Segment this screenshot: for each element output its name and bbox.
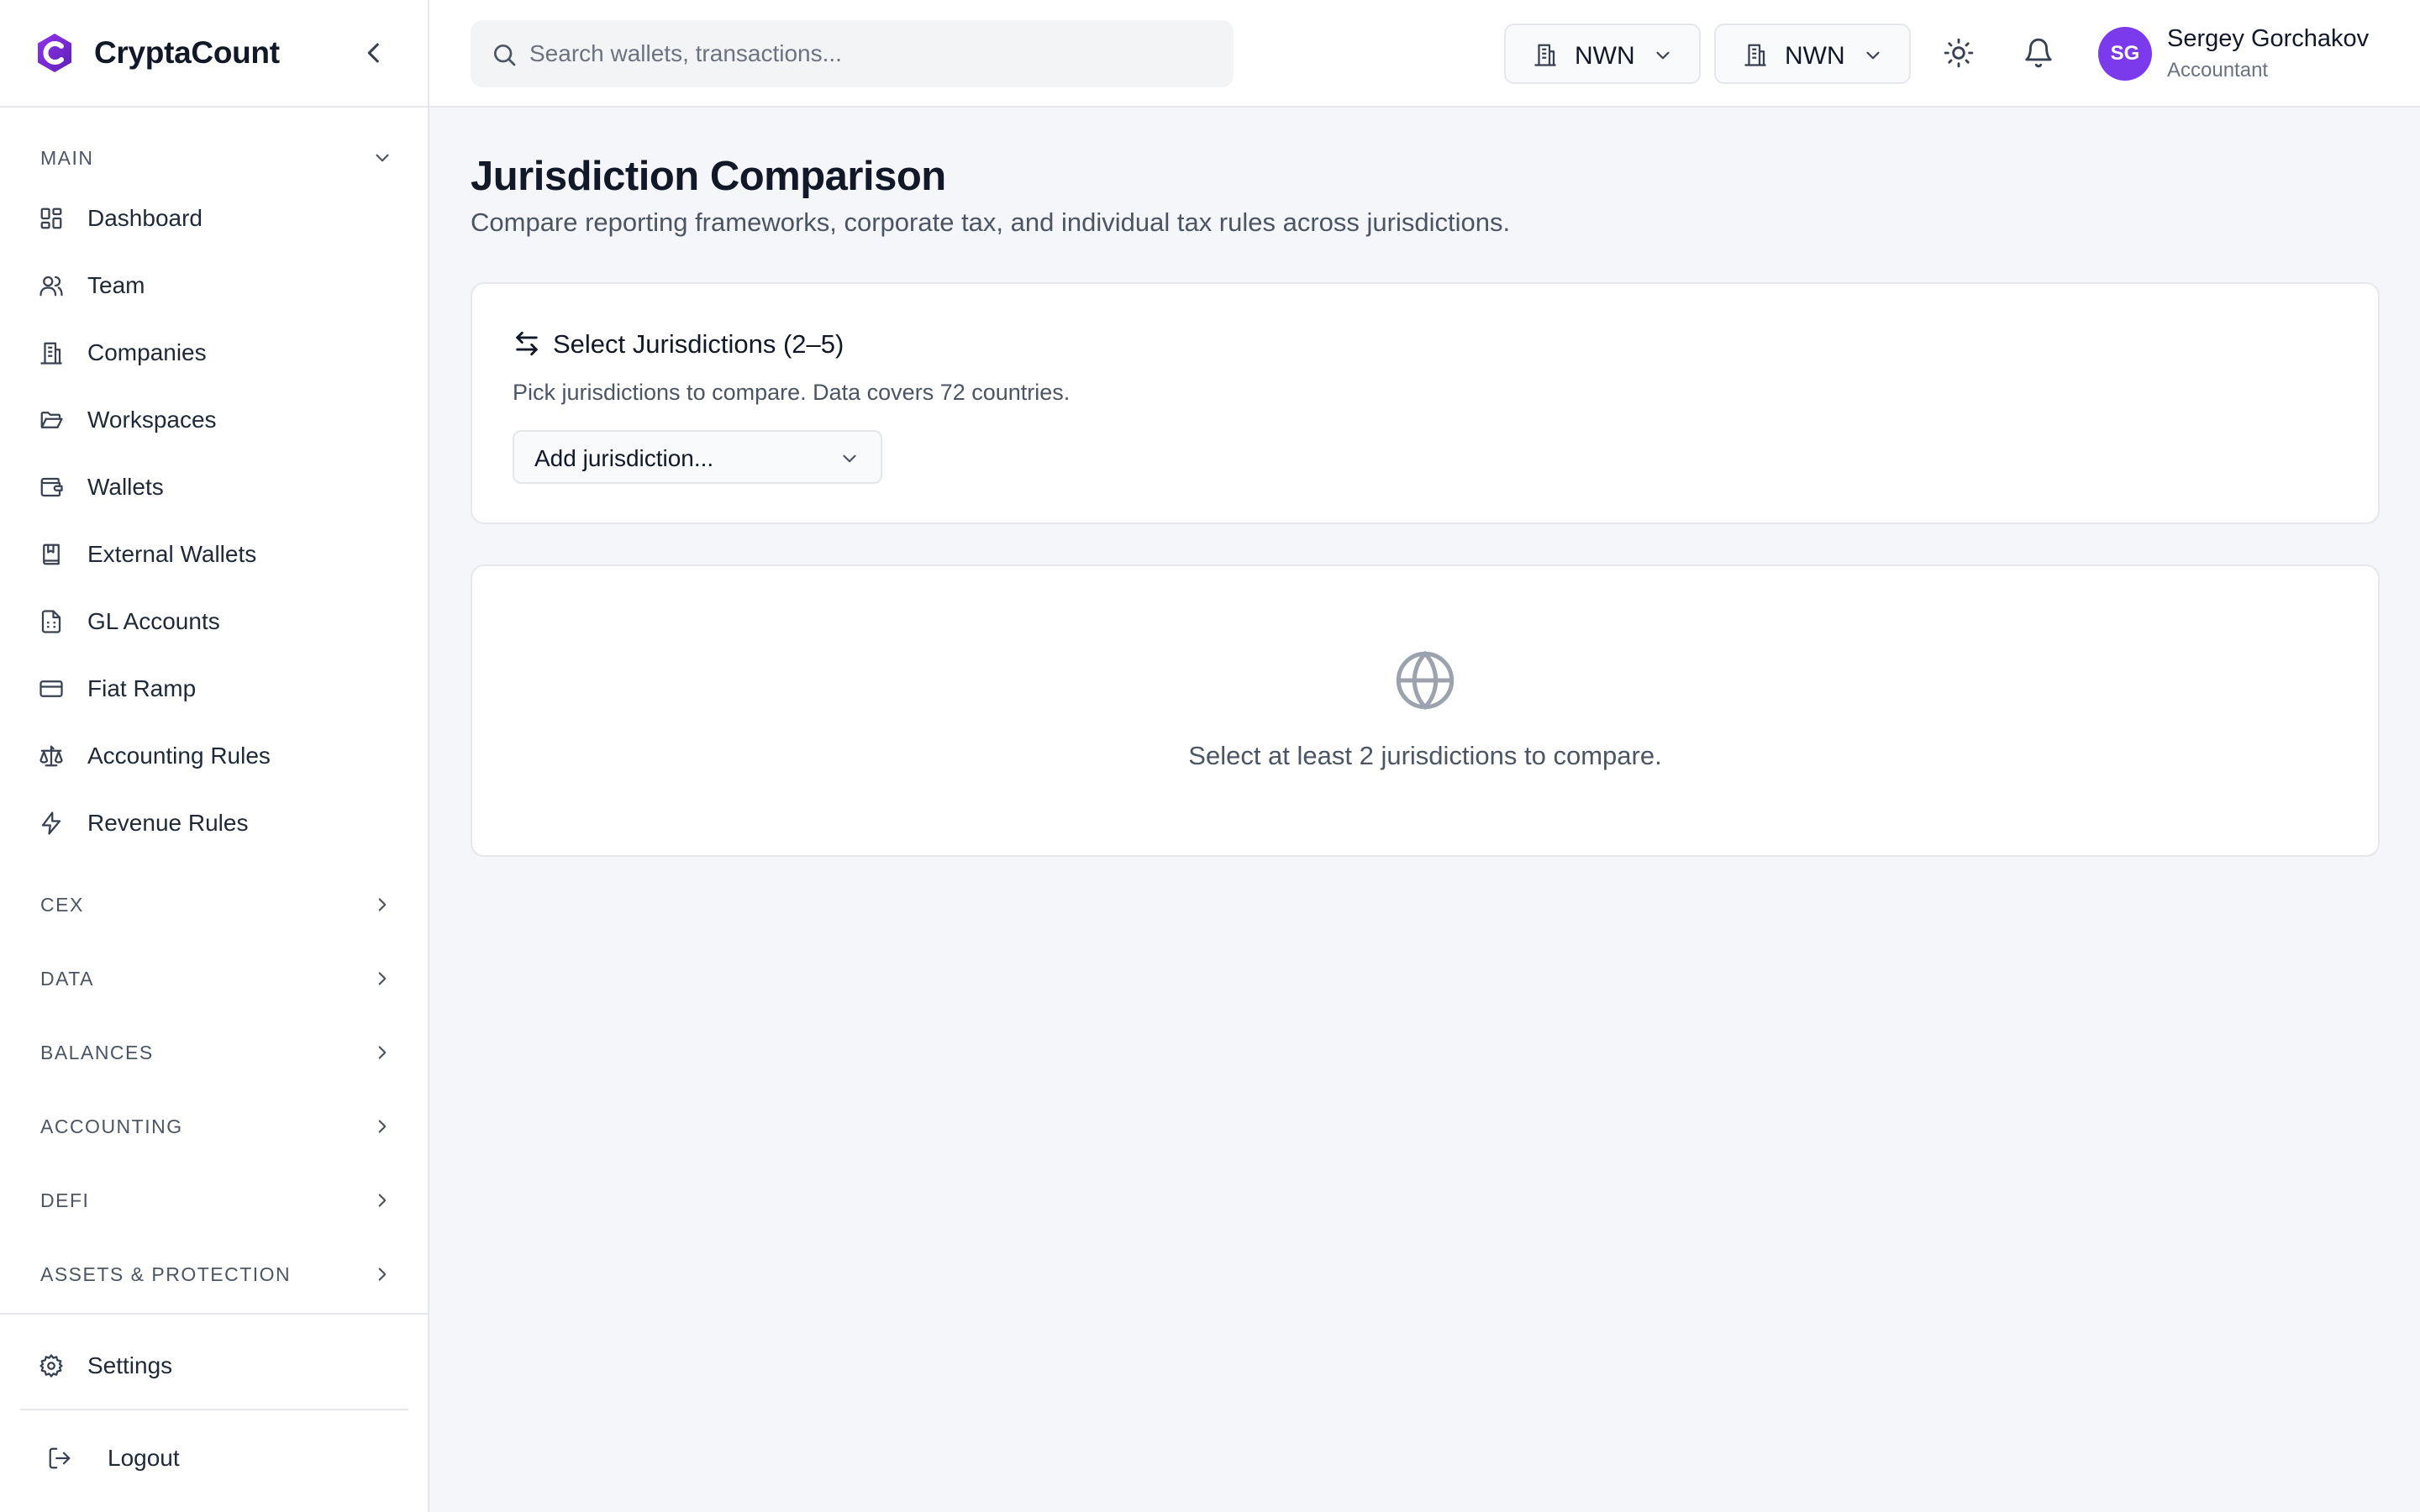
theme-toggle-button[interactable]	[1943, 37, 1975, 69]
notifications-button[interactable]	[2023, 37, 2054, 69]
chevron-down-icon	[1656, 51, 1670, 60]
sun-icon	[1944, 38, 1974, 68]
building-icon	[1744, 44, 1766, 66]
section-defi-toggle[interactable]: DEFI	[40, 1184, 393, 1217]
card-title: Select Jurisdictions (2–5)	[553, 329, 844, 359]
lightning-icon	[39, 811, 64, 836]
logout-button[interactable]: Logout	[30, 1433, 400, 1483]
section-defi-label: DEFI	[40, 1189, 90, 1211]
section-main-toggle[interactable]: MAIN	[40, 141, 393, 175]
logout-label: Logout	[108, 1445, 180, 1471]
building-icon	[1534, 44, 1556, 66]
chevron-down-icon	[376, 154, 389, 162]
sidebar-item-companies[interactable]: Companies	[30, 328, 400, 378]
user-name[interactable]: Sergey Gorchakov	[2167, 25, 2369, 53]
sidebar-item-label: External Wallets	[87, 541, 257, 567]
section-accounting-label: ACCOUNTING	[40, 1115, 183, 1137]
sidebar: CryptaCount MAIN Dashboard Team Companie…	[0, 0, 429, 1512]
app-root: CryptaCount MAIN Dashboard Team Companie…	[0, 0, 2420, 1512]
sidebar-item-label: Companies	[87, 339, 207, 365]
sidebar-item-workspaces[interactable]: Workspaces	[30, 395, 400, 445]
comparison-empty-state: Select at least 2 jurisdictions to compa…	[471, 564, 2380, 857]
spreadsheet-icon	[39, 609, 64, 634]
chevron-right-icon	[378, 1120, 387, 1133]
section-accounting-toggle[interactable]: ACCOUNTING	[40, 1110, 393, 1143]
brand-name: CryptaCount	[94, 35, 280, 70]
sidebar-item-wallets[interactable]: Wallets	[30, 462, 400, 512]
bell-icon	[2025, 38, 2052, 68]
sidebar-item-gl-accounts[interactable]: GL Accounts	[30, 596, 400, 647]
sidebar-item-revenue-rules[interactable]: Revenue Rules	[30, 798, 400, 848]
globe-icon	[1396, 650, 1455, 711]
section-balances-label: BALANCES	[40, 1041, 154, 1063]
select-jurisdictions-card: Select Jurisdictions (2–5) Pick jurisdic…	[471, 282, 2380, 524]
user-role: Accountant	[2167, 59, 2269, 81]
page-subtitle: Compare reporting frameworks, corporate …	[471, 207, 1511, 237]
add-jurisdiction-value: Add jurisdiction...	[534, 445, 714, 471]
users-icon	[39, 273, 64, 298]
sidebar-item-label: Settings	[87, 1352, 173, 1378]
sidebar-item-external-wallets[interactable]: External Wallets	[30, 529, 400, 580]
swap-arrows-icon	[516, 331, 538, 356]
workspace-selector-value: NWN	[1785, 42, 1845, 70]
section-cex-toggle[interactable]: CEX	[40, 888, 393, 921]
section-data-label: DATA	[40, 967, 94, 990]
search-box	[471, 20, 1234, 87]
sidebar-item-label: Team	[87, 272, 145, 298]
chevron-right-icon	[378, 1268, 387, 1281]
section-cex-label: CEX	[40, 893, 84, 916]
page-title: Jurisdiction Comparison	[471, 154, 946, 199]
section-assets-toggle[interactable]: ASSETS & PROTECTION	[40, 1257, 393, 1291]
sidebar-item-label: GL Accounts	[87, 608, 220, 634]
section-assets-label: ASSETS & PROTECTION	[40, 1263, 292, 1285]
sidebar-item-label: Accounting Rules	[87, 743, 271, 769]
brand-header: CryptaCount	[0, 0, 428, 108]
chevron-down-icon	[1866, 51, 1880, 60]
folder-icon	[39, 407, 64, 433]
sidebar-item-accounting-rules[interactable]: Accounting Rules	[30, 731, 400, 781]
chevron-right-icon	[378, 898, 387, 911]
chevron-down-icon	[843, 454, 856, 463]
avatar[interactable]: SG	[2098, 27, 2152, 81]
sidebar-divider	[20, 1409, 408, 1410]
chevron-right-icon	[378, 1046, 387, 1059]
scale-icon	[39, 743, 64, 769]
sidebar-item-label: Workspaces	[87, 407, 217, 433]
sidebar-item-label: Fiat Ramp	[87, 675, 197, 701]
sidebar-item-label: Wallets	[87, 474, 164, 500]
chevron-right-icon	[378, 972, 387, 985]
topbar: NWN NWN SG Sergey Gorchakov Accountant	[429, 0, 2420, 108]
sidebar-item-settings[interactable]: Settings	[30, 1341, 400, 1391]
bookmark-book-icon	[39, 542, 64, 567]
search-icon	[494, 45, 516, 66]
add-jurisdiction-select[interactable]: Add jurisdiction...	[513, 430, 882, 484]
section-balances-toggle[interactable]: BALANCES	[40, 1036, 393, 1069]
empty-state-message: Select at least 2 jurisdictions to compa…	[1188, 741, 1662, 770]
sidebar-item-label: Dashboard	[87, 205, 203, 231]
credit-card-icon	[39, 676, 64, 701]
building-icon	[39, 340, 64, 365]
card-description: Pick jurisdictions to compare. Data cove…	[513, 380, 1071, 405]
section-main-label: MAIN	[40, 146, 94, 169]
search-input[interactable]	[529, 35, 1202, 72]
brand-logo-icon	[38, 34, 71, 72]
workspace-selector[interactable]: NWN	[1714, 24, 1911, 84]
section-data-toggle[interactable]: DATA	[40, 962, 393, 995]
collapse-sidebar-chevron-icon[interactable]	[360, 39, 388, 67]
company-selector-value: NWN	[1575, 42, 1635, 70]
chevron-right-icon	[378, 1194, 387, 1207]
sidebar-item-label: Revenue Rules	[87, 810, 249, 836]
company-selector[interactable]: NWN	[1504, 24, 1701, 84]
sidebar-divider	[0, 1313, 428, 1315]
sidebar-item-dashboard[interactable]: Dashboard	[30, 193, 400, 244]
dashboard-icon	[39, 206, 64, 231]
sidebar-item-fiat-ramp[interactable]: Fiat Ramp	[30, 664, 400, 714]
logout-icon	[47, 1446, 72, 1471]
wallet-icon	[39, 475, 64, 500]
sidebar-item-team[interactable]: Team	[30, 260, 400, 311]
gear-icon	[39, 1353, 64, 1378]
